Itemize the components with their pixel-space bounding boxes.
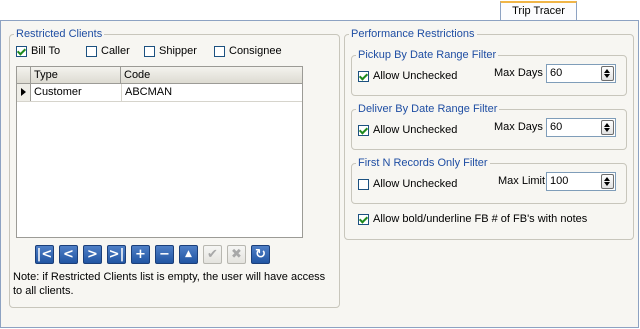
row-code-cell[interactable]: ABCMAN	[125, 84, 172, 101]
tab-label: Trip Tracer	[512, 5, 565, 17]
grid-indicator-header	[17, 67, 31, 83]
cancel-edit-button[interactable]: ✖	[227, 245, 246, 264]
first-n-allow-unchecked-checkbox[interactable]: Allow Unchecked	[358, 178, 457, 190]
bold-underline-check-box[interactable]	[358, 213, 369, 225]
grid-header-type[interactable]: Type	[31, 67, 121, 83]
deliver-filter-legend: Deliver By Date Range Filter	[356, 103, 500, 115]
delete-record-button[interactable]: −	[155, 245, 174, 264]
deliver-max-days-label: Max Days	[494, 121, 543, 133]
pickup-filter-legend: Pickup By Date Range Filter	[356, 49, 499, 61]
pickup-allow-unchecked-checkbox[interactable]: Allow Unchecked	[358, 70, 457, 82]
edit-record-button[interactable]: ▲	[179, 245, 198, 264]
prior-record-icon: <	[63, 247, 74, 262]
caller-label: Caller	[101, 45, 130, 57]
grid-header: Type Code	[17, 67, 302, 84]
shipper-check-box[interactable]	[144, 45, 155, 57]
edit-record-icon: ▲	[185, 249, 192, 259]
max-limit-label: Max Limit	[498, 175, 546, 187]
refresh-button[interactable]: ↻	[251, 245, 270, 264]
spin-down-icon[interactable]	[604, 182, 610, 186]
first-n-allow-check-box[interactable]	[358, 178, 369, 190]
deliver-max-days-input[interactable]: 60	[546, 118, 616, 137]
deliver-allow-check-box[interactable]	[358, 124, 369, 136]
last-record-button[interactable]: >|	[107, 245, 126, 264]
pickup-max-days-label: Max Days	[494, 67, 543, 79]
restricted-clients-grid[interactable]: Type Code Customer ABCMAN	[16, 66, 303, 238]
deliver-allow-unchecked-checkbox[interactable]: Allow Unchecked	[358, 124, 457, 136]
first-record-button[interactable]: |<	[35, 245, 54, 264]
deliver-max-days-value: 60	[550, 121, 563, 133]
pickup-allow-check-box[interactable]	[358, 70, 369, 82]
bill-to-label: Bill To	[31, 45, 61, 57]
post-edit-icon: ✔	[207, 247, 218, 262]
tab-trip-tracer[interactable]: Trip Tracer	[500, 1, 577, 20]
empty-list-note: Note: if Restricted Clients list is empt…	[13, 271, 326, 297]
pickup-spin-buttons[interactable]	[601, 66, 614, 81]
consignee-checkbox[interactable]: Consignee	[214, 45, 282, 57]
shipper-checkbox[interactable]: Shipper	[144, 45, 197, 57]
first-record-icon: |<	[36, 247, 53, 262]
bold-underline-label: Allow bold/underline FB # of FB's with n…	[373, 213, 588, 225]
spin-down-icon[interactable]	[604, 128, 610, 132]
performance-restrictions-legend: Performance Restrictions	[349, 28, 477, 40]
cell-divider	[121, 84, 122, 101]
cancel-edit-icon: ✖	[231, 247, 242, 262]
spin-up-icon[interactable]	[604, 123, 610, 127]
post-edit-button[interactable]: ✔	[203, 245, 222, 264]
max-limit-value: 100	[550, 175, 569, 187]
pickup-max-days-value: 60	[550, 67, 563, 79]
spin-up-icon[interactable]	[604, 177, 610, 181]
bill-to-checkbox[interactable]: Bill To	[16, 45, 60, 57]
prior-record-button[interactable]: <	[59, 245, 78, 264]
row-type-cell[interactable]: Customer	[34, 84, 82, 101]
next-record-button[interactable]: >	[83, 245, 102, 264]
pickup-max-days-input[interactable]: 60	[546, 64, 616, 83]
caller-check-box[interactable]	[86, 45, 97, 57]
delete-record-icon: −	[159, 247, 170, 262]
consignee-label: Consignee	[229, 45, 282, 57]
grid-header-code[interactable]: Code	[121, 67, 304, 83]
insert-record-button[interactable]: +	[131, 245, 150, 264]
first-n-allow-label: Allow Unchecked	[373, 178, 458, 190]
next-record-icon: >	[87, 247, 98, 262]
last-record-icon: >|	[108, 247, 125, 262]
deliver-allow-label: Allow Unchecked	[373, 124, 458, 136]
spin-up-icon[interactable]	[604, 69, 610, 73]
caller-checkbox[interactable]: Caller	[86, 45, 130, 57]
max-limit-input[interactable]: 100	[546, 172, 616, 191]
restricted-clients-legend: Restricted Clients	[14, 28, 105, 40]
pickup-allow-label: Allow Unchecked	[373, 70, 458, 82]
spin-down-icon[interactable]	[604, 74, 610, 78]
bold-underline-checkbox[interactable]: Allow bold/underline FB # of FB's with n…	[358, 213, 587, 225]
deliver-spin-buttons[interactable]	[601, 120, 614, 135]
bill-to-check-box[interactable]	[16, 45, 27, 57]
insert-record-icon: +	[135, 247, 146, 262]
consignee-check-box[interactable]	[214, 45, 225, 57]
shipper-label: Shipper	[159, 45, 197, 57]
first-n-filter-legend: First N Records Only Filter	[356, 157, 490, 169]
max-limit-spin-buttons[interactable]	[601, 174, 614, 189]
refresh-icon: ↻	[255, 247, 266, 262]
table-row[interactable]: Customer ABCMAN	[17, 84, 302, 102]
current-row-arrow-icon	[21, 88, 26, 96]
row-indicator	[17, 84, 31, 101]
record-navigator: |< < > >| + − ▲ ✔ ✖ ↻	[35, 245, 270, 264]
